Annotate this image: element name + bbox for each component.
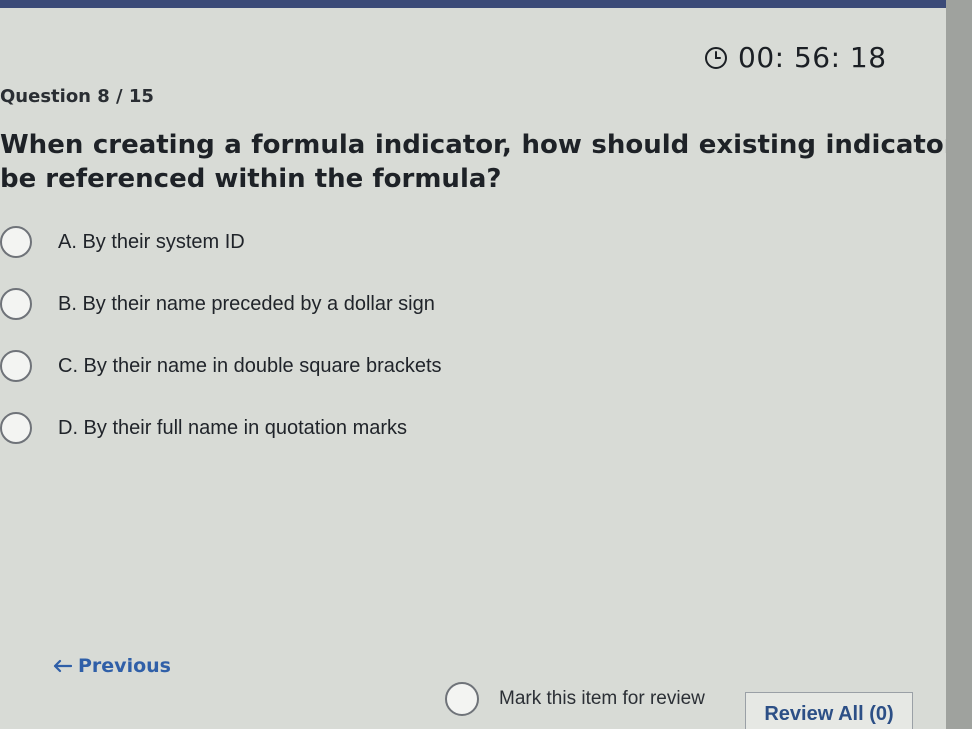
mark-review-label: Mark this item for review <box>499 688 705 709</box>
option-label: D. By their full name in quotation marks <box>58 416 408 439</box>
option-a[interactable]: A. By their system ID <box>0 226 245 258</box>
clock-icon <box>705 46 727 69</box>
question-text: When creating a formula indicator, how s… <box>0 130 972 194</box>
timer-value: 00: 56: 18 <box>738 41 887 74</box>
previous-button[interactable]: Previous <box>52 655 171 677</box>
screen-edge <box>946 0 972 729</box>
radio-button[interactable] <box>0 350 32 382</box>
exam-timer: 00: 56: 18 <box>704 41 887 74</box>
mark-for-review[interactable]: Mark this item for review <box>445 682 705 716</box>
radio-button[interactable] <box>0 288 32 320</box>
mark-review-checkbox[interactable] <box>445 682 479 716</box>
option-label: A. By their system ID <box>58 230 245 253</box>
radio-button[interactable] <box>0 412 32 444</box>
option-b[interactable]: B. By their name preceded by a dollar si… <box>0 288 435 320</box>
option-label: C. By their name in double square bracke… <box>58 354 442 377</box>
option-c[interactable]: C. By their name in double square bracke… <box>0 350 442 382</box>
previous-label: Previous <box>78 655 171 677</box>
review-all-button[interactable]: Review All (0) <box>745 692 913 729</box>
question-counter: Question 8 / 15 <box>0 86 154 107</box>
radio-button[interactable] <box>0 226 32 258</box>
option-label: B. By their name preceded by a dollar si… <box>58 292 435 315</box>
option-d[interactable]: D. By their full name in quotation marks <box>0 412 407 444</box>
top-bar <box>0 0 972 8</box>
arrow-left-icon <box>53 659 72 673</box>
